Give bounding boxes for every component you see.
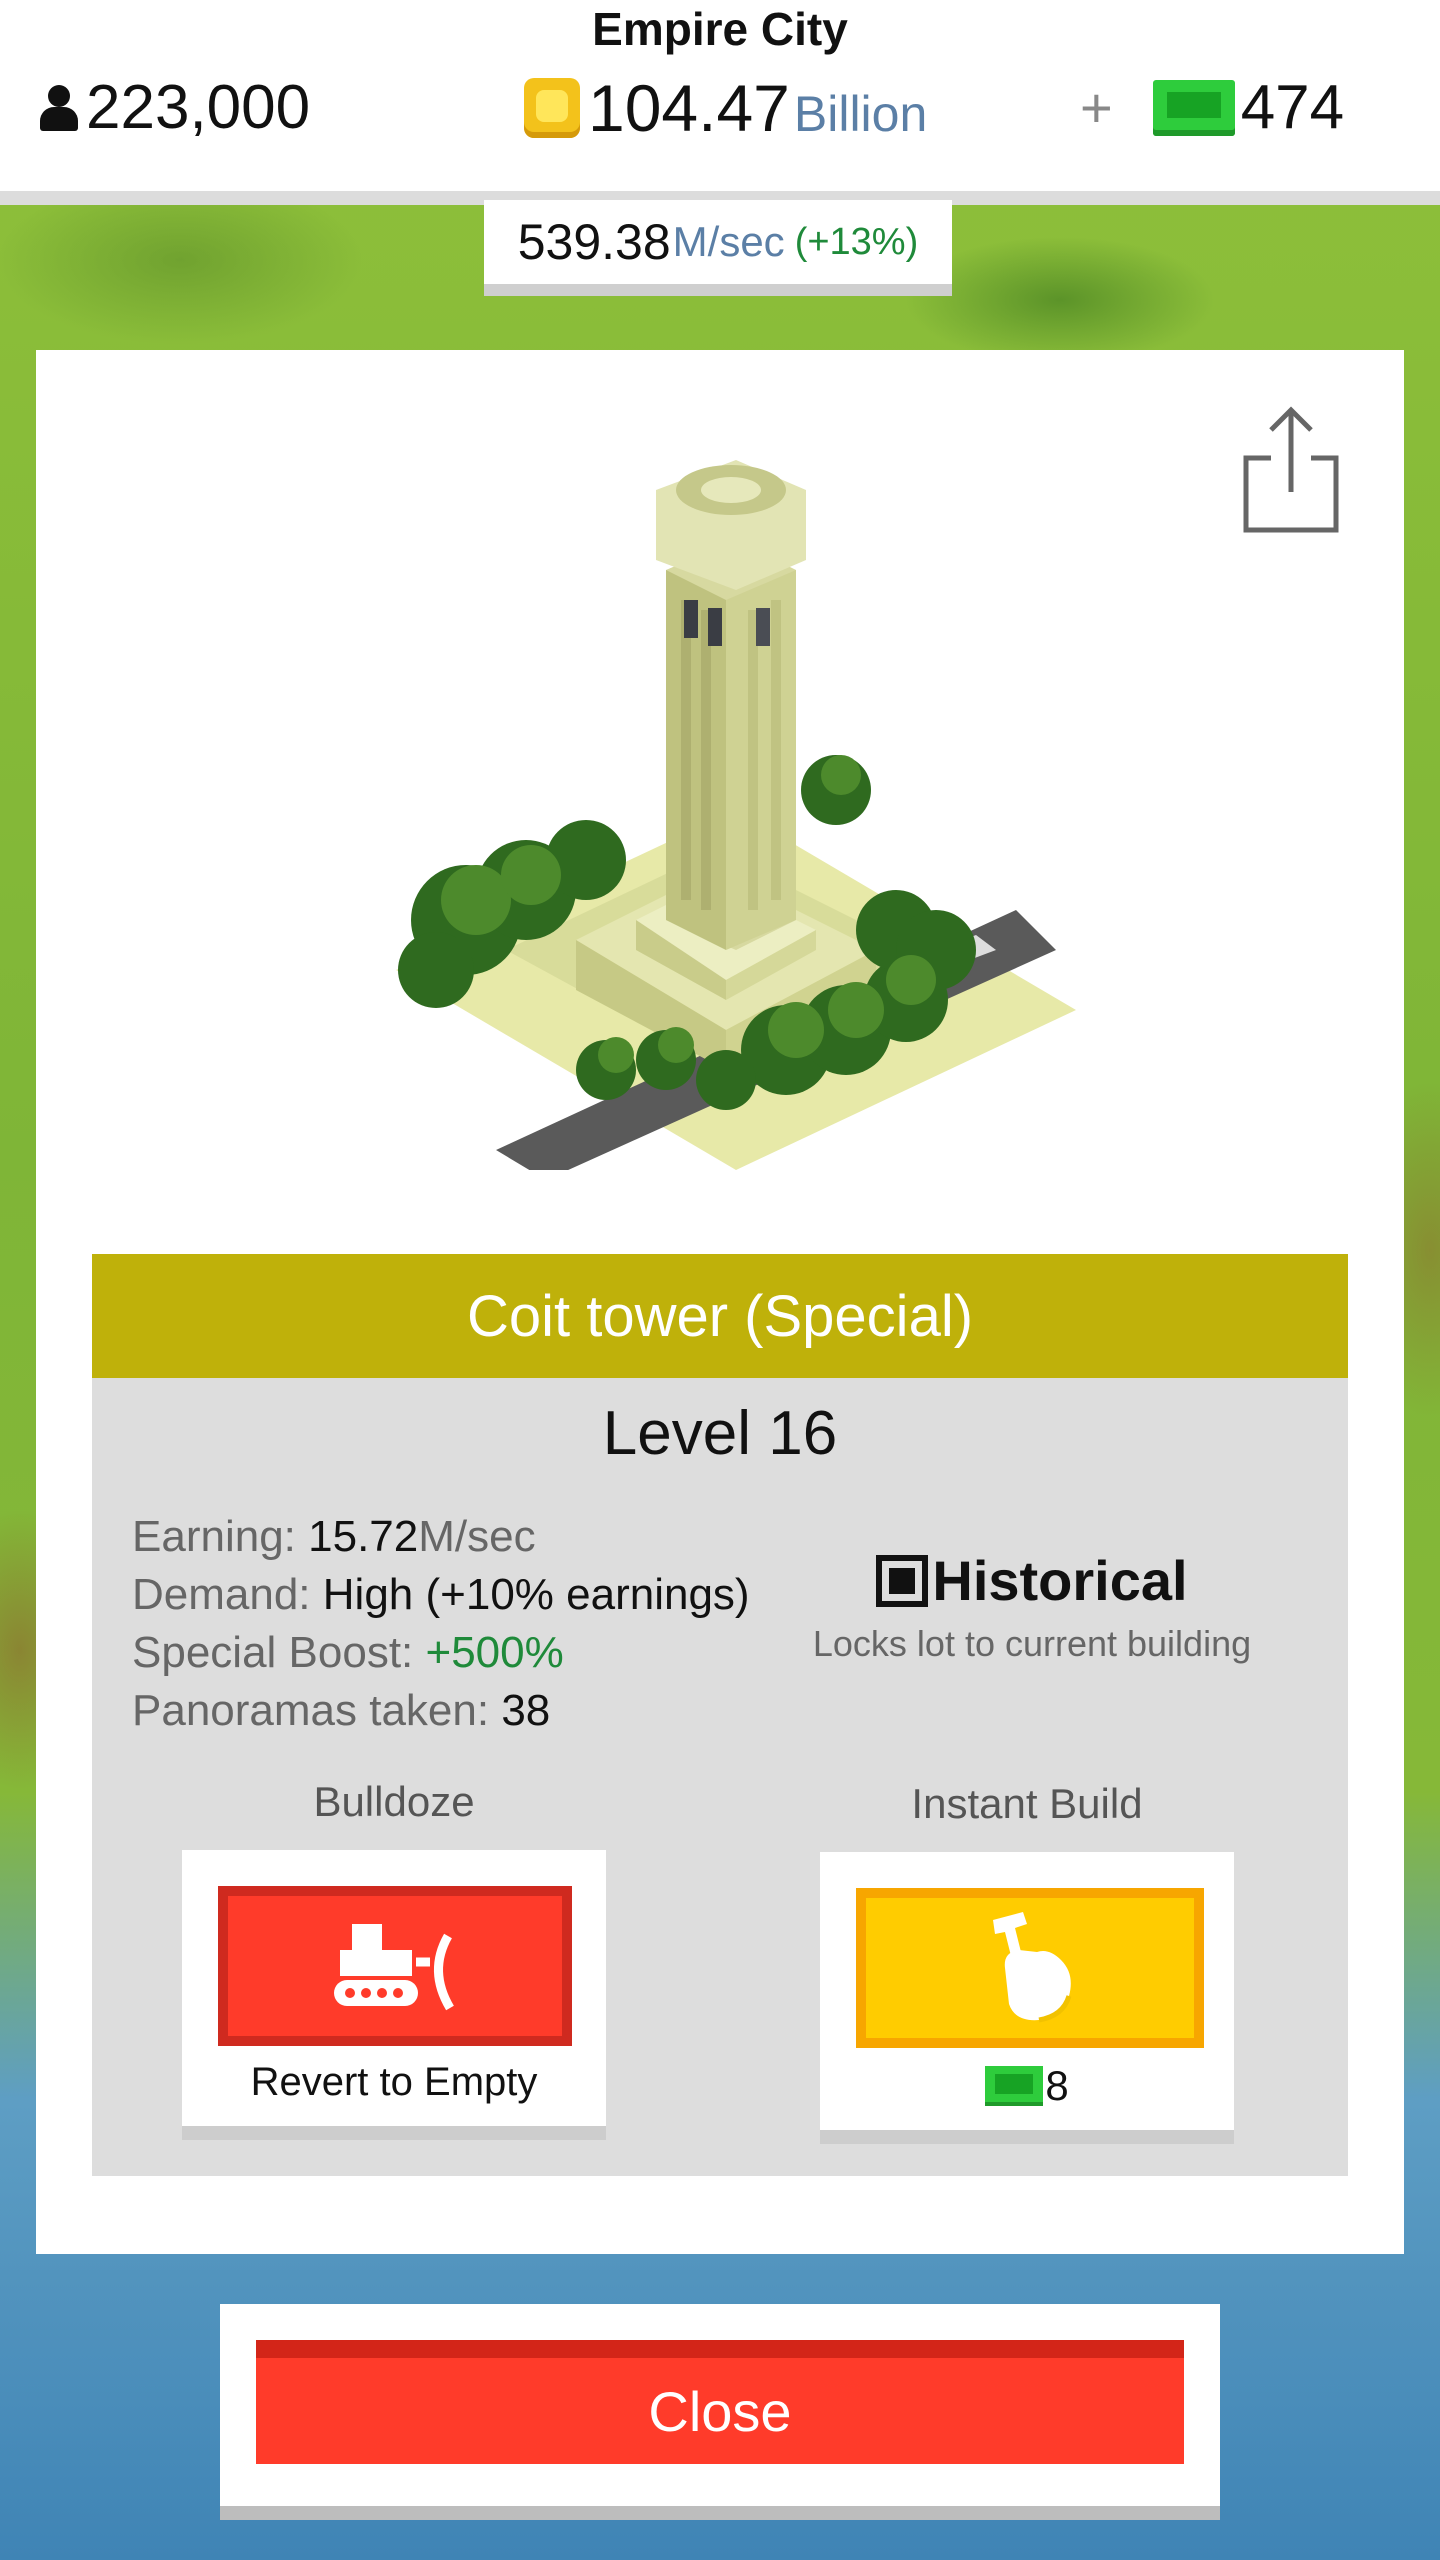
- close-label: Close: [648, 2379, 792, 2443]
- close-container: Close: [220, 2304, 1220, 2520]
- top-bar: Empire City 223,000 104.47 Billion + 474: [0, 0, 1440, 205]
- income-value: 539.38: [517, 214, 671, 270]
- cash-value: 104.47: [588, 71, 790, 145]
- earning-unit: M/sec: [418, 1512, 536, 1561]
- instant-build-cost-value: 8: [1045, 2062, 1069, 2109]
- city-name: Empire City: [592, 3, 848, 55]
- building-name-bar: Coit tower (Special): [92, 1254, 1348, 1378]
- earning-label: Earning:: [132, 1512, 296, 1561]
- income-boost: (+13%): [794, 220, 919, 263]
- bux-icon: [985, 2066, 1044, 2106]
- instant-build-cost: 8: [820, 2062, 1234, 2110]
- bulldoze-card: Revert to Empty: [182, 1850, 606, 2140]
- demand-row: Demand: High (+10% earnings): [132, 1566, 750, 1624]
- building-name: Coit tower (Special): [466, 1283, 974, 1349]
- building-info: Level 16 Earning: 15.72M/sec Demand: Hig…: [92, 1378, 1348, 2176]
- panoramas-value: 38: [501, 1686, 551, 1735]
- coit-tower-image: [396, 460, 1076, 1170]
- instant-build-card: 8: [820, 1852, 1234, 2144]
- special-boost-label: Special Boost:: [132, 1628, 414, 1677]
- plus-icon[interactable]: +: [1080, 75, 1113, 140]
- income-rate: 539.38 M/sec (+13%): [484, 200, 952, 296]
- special-boost-value: +500%: [425, 1628, 564, 1677]
- earning-row: Earning: 15.72M/sec: [132, 1508, 750, 1566]
- panoramas-row: Panoramas taken: 38: [132, 1682, 750, 1740]
- instant-build-button[interactable]: [856, 1888, 1204, 2048]
- share-icon[interactable]: [1236, 400, 1346, 540]
- demand-label: Demand:: [132, 1570, 311, 1619]
- bux-value: 474: [1240, 73, 1345, 142]
- building-stats: Earning: 15.72M/sec Demand: High (+10% e…: [132, 1508, 750, 1740]
- bulldoze-caption: Revert to Empty: [250, 2060, 538, 2104]
- historical-toggle[interactable]: Historical Locks lot to current building: [792, 1548, 1272, 1665]
- bulldoze-button[interactable]: [218, 1886, 572, 2046]
- building-level: Level 16: [602, 1399, 838, 1468]
- bux-icon: [1152, 79, 1235, 136]
- income-unit: M/sec: [672, 218, 785, 265]
- bux-display[interactable]: + 474: [1080, 72, 1344, 143]
- coin-icon: [524, 78, 580, 138]
- historical-title: Historical: [932, 1549, 1188, 1612]
- special-boost-row: Special Boost: +500%: [132, 1624, 750, 1682]
- population-display: 223,000: [36, 72, 310, 143]
- panoramas-label: Panoramas taken:: [132, 1686, 490, 1735]
- building-panel: Coit tower (Special) Level 16 Earning: 1…: [36, 350, 1404, 2254]
- cash-display: 104.47 Billion: [524, 70, 927, 146]
- population-value: 223,000: [86, 73, 311, 142]
- bulldoze-label: Bulldoze: [313, 1778, 475, 1825]
- hammer-hand-icon: [993, 1912, 1072, 2023]
- cash-unit: Billion: [793, 86, 928, 142]
- checkbox-icon[interactable]: [876, 1554, 929, 1607]
- earning-value: 15.72: [308, 1512, 419, 1561]
- demand-value: High (+10% earnings): [322, 1570, 750, 1619]
- person-icon: [36, 83, 80, 133]
- bulldozer-icon: [334, 1924, 454, 2011]
- historical-subtitle: Locks lot to current building: [812, 1623, 1252, 1664]
- close-button[interactable]: Close: [256, 2340, 1184, 2464]
- instant-build-label: Instant Build: [911, 1780, 1143, 1827]
